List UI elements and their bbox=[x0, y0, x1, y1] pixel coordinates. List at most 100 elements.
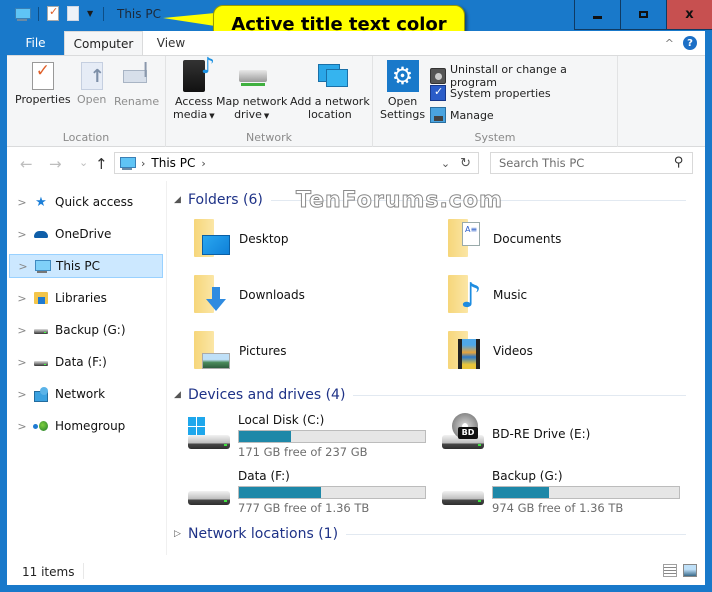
drive-tile-data-f[interactable]: Data (F:) 777 GB free of 1.36 TB bbox=[186, 469, 426, 515]
tab-computer[interactable]: Computer bbox=[64, 31, 143, 55]
music-folder-icon: ♪ bbox=[446, 275, 484, 315]
back-button[interactable]: ← bbox=[20, 155, 33, 173]
ribbon-group-location: Properties Open Rename Location bbox=[7, 56, 166, 147]
properties-button[interactable]: Properties bbox=[15, 60, 71, 106]
manage-label: Manage bbox=[450, 108, 494, 122]
drive-usage-fill bbox=[239, 431, 292, 442]
expand-chevron-icon[interactable]: > bbox=[11, 292, 33, 305]
rename-icon bbox=[121, 60, 153, 92]
sidebar-item-label: Data (F:) bbox=[55, 355, 107, 369]
sidebar-item-network[interactable]: > Network bbox=[9, 382, 163, 406]
expand-chevron-icon[interactable]: > bbox=[11, 228, 33, 241]
sidebar-item-label: Network bbox=[55, 387, 106, 401]
folder-label: Videos bbox=[493, 344, 533, 358]
drive-free-space: 974 GB free of 1.36 TB bbox=[492, 501, 624, 515]
open-button[interactable]: Open bbox=[77, 60, 106, 106]
customize-dropdown-icon[interactable]: ▼ bbox=[87, 9, 95, 18]
forward-button[interactable]: → bbox=[49, 155, 62, 173]
sidebar-item-label: Backup (G:) bbox=[55, 323, 126, 337]
section-title: Devices and drives (4) bbox=[188, 387, 346, 403]
sidebar-item-backup-g[interactable]: > Backup (G:) bbox=[9, 318, 163, 342]
drive-tile-bd-re-e[interactable]: BD BD-RE Drive (E:) bbox=[440, 413, 590, 459]
dropdown-arrow-icon: ▼ bbox=[263, 112, 270, 120]
access-media-button[interactable]: Access media▼ bbox=[173, 60, 215, 123]
access-media-label: Access bbox=[174, 95, 213, 108]
search-input[interactable] bbox=[499, 156, 669, 170]
sidebar-item-this-pc[interactable]: > This PC bbox=[9, 254, 163, 278]
rename-button[interactable]: Rename bbox=[114, 60, 159, 108]
folder-tile-videos[interactable]: Videos bbox=[446, 331, 533, 371]
sidebar-item-label: OneDrive bbox=[55, 227, 112, 241]
close-button[interactable]: x bbox=[666, 0, 712, 30]
this-pc-icon bbox=[34, 258, 51, 274]
address-bar[interactable]: › This PC › ⌄ ↻ bbox=[114, 152, 479, 174]
search-icon[interactable]: ⚲ bbox=[674, 155, 684, 170]
expand-chevron-icon[interactable]: > bbox=[11, 420, 33, 433]
folder-tile-pictures[interactable]: Pictures bbox=[192, 331, 287, 371]
bd-badge: BD bbox=[458, 427, 478, 439]
expand-chevron-icon[interactable]: > bbox=[12, 260, 34, 273]
help-icon[interactable]: ? bbox=[683, 36, 697, 50]
large-icons-view-icon[interactable] bbox=[683, 564, 697, 577]
map-network-drive-label: Map network bbox=[216, 95, 288, 108]
folder-tile-desktop[interactable]: Desktop bbox=[192, 219, 289, 259]
sidebar-item-onedrive[interactable]: > OneDrive bbox=[9, 222, 163, 246]
ribbon-tab-bar: File Computer View ^ ? bbox=[7, 31, 705, 55]
desktop-overlay bbox=[202, 235, 230, 255]
breadcrumb-chevron[interactable]: › bbox=[141, 157, 145, 170]
map-network-drive-button[interactable]: Map network drive ▼ bbox=[216, 60, 287, 123]
details-view-icon[interactable] bbox=[663, 564, 677, 577]
libraries-icon bbox=[33, 290, 49, 306]
search-box[interactable]: ⚲ bbox=[490, 152, 693, 174]
collapse-triangle-icon[interactable]: ◢ bbox=[174, 195, 188, 205]
section-header-network-locations[interactable]: ▷ Network locations (1) bbox=[174, 526, 686, 542]
new-folder-icon[interactable] bbox=[67, 6, 79, 21]
sidebar-item-libraries[interactable]: > Libraries bbox=[9, 286, 163, 310]
refresh-icon[interactable]: ↻ bbox=[460, 156, 471, 171]
drive-tile-backup-g[interactable]: Backup (G:) 974 GB free of 1.36 TB bbox=[440, 469, 680, 515]
expand-chevron-icon[interactable]: > bbox=[11, 356, 33, 369]
content-area: > ★ Quick access > OneDrive > This PC > … bbox=[7, 181, 705, 555]
expand-triangle-icon[interactable]: ▷ bbox=[174, 529, 188, 539]
qat-separator bbox=[103, 6, 104, 21]
up-button[interactable]: ↑ bbox=[95, 155, 108, 173]
music-note-overlay: ♪ bbox=[460, 276, 482, 316]
expand-chevron-icon[interactable]: > bbox=[11, 324, 33, 337]
manage-button[interactable]: Manage bbox=[430, 107, 494, 123]
sidebar-item-label: Homegroup bbox=[55, 419, 126, 433]
drive-tile-local-disk-c[interactable]: Local Disk (C:) 171 GB free of 237 GB bbox=[186, 413, 426, 459]
tab-view[interactable]: View bbox=[143, 31, 199, 55]
address-history-dropdown-icon[interactable]: ⌄ bbox=[441, 157, 450, 170]
watermark: TenForums.com bbox=[296, 188, 503, 214]
tab-file[interactable]: File bbox=[7, 31, 64, 55]
this-pc-icon[interactable] bbox=[14, 7, 31, 21]
sidebar-item-quick-access[interactable]: > ★ Quick access bbox=[9, 190, 163, 214]
section-header-devices[interactable]: ◢ Devices and drives (4) bbox=[174, 387, 686, 403]
drive-name: Local Disk (C:) bbox=[238, 413, 325, 427]
quick-access-star-icon: ★ bbox=[35, 194, 47, 210]
folder-tile-downloads[interactable]: Downloads bbox=[192, 275, 305, 315]
folder-tile-music[interactable]: ♪ Music bbox=[446, 275, 527, 315]
expand-chevron-icon[interactable]: > bbox=[11, 388, 33, 401]
sidebar-item-data-f[interactable]: > Data (F:) bbox=[9, 350, 163, 374]
add-network-location-button[interactable]: Add a network location bbox=[290, 60, 370, 121]
drive-usage-bar bbox=[492, 486, 680, 499]
breadcrumb-chevron[interactable]: › bbox=[201, 157, 205, 170]
qat-separator bbox=[38, 6, 39, 21]
system-properties-button[interactable]: System properties bbox=[430, 85, 551, 101]
section-divider bbox=[353, 394, 686, 396]
breadcrumb-this-pc[interactable]: This PC bbox=[151, 156, 195, 170]
properties-icon[interactable] bbox=[47, 5, 59, 21]
folder-tile-documents[interactable]: Documents bbox=[446, 219, 561, 259]
network-icon bbox=[33, 386, 49, 402]
settings-gear-icon: ⚙ bbox=[386, 60, 419, 92]
collapse-ribbon-icon[interactable]: ^ bbox=[665, 37, 674, 50]
sidebar-item-homegroup[interactable]: > Homegroup bbox=[9, 414, 163, 438]
recent-locations-button[interactable]: ⌄ bbox=[79, 156, 88, 169]
expand-chevron-icon[interactable]: > bbox=[11, 196, 33, 209]
minimize-button[interactable] bbox=[574, 0, 620, 30]
collapse-triangle-icon[interactable]: ◢ bbox=[174, 390, 188, 400]
maximize-button[interactable] bbox=[620, 0, 666, 30]
drive-free-space: 777 GB free of 1.36 TB bbox=[238, 501, 370, 515]
open-settings-button[interactable]: ⚙ Open Settings bbox=[380, 60, 425, 121]
